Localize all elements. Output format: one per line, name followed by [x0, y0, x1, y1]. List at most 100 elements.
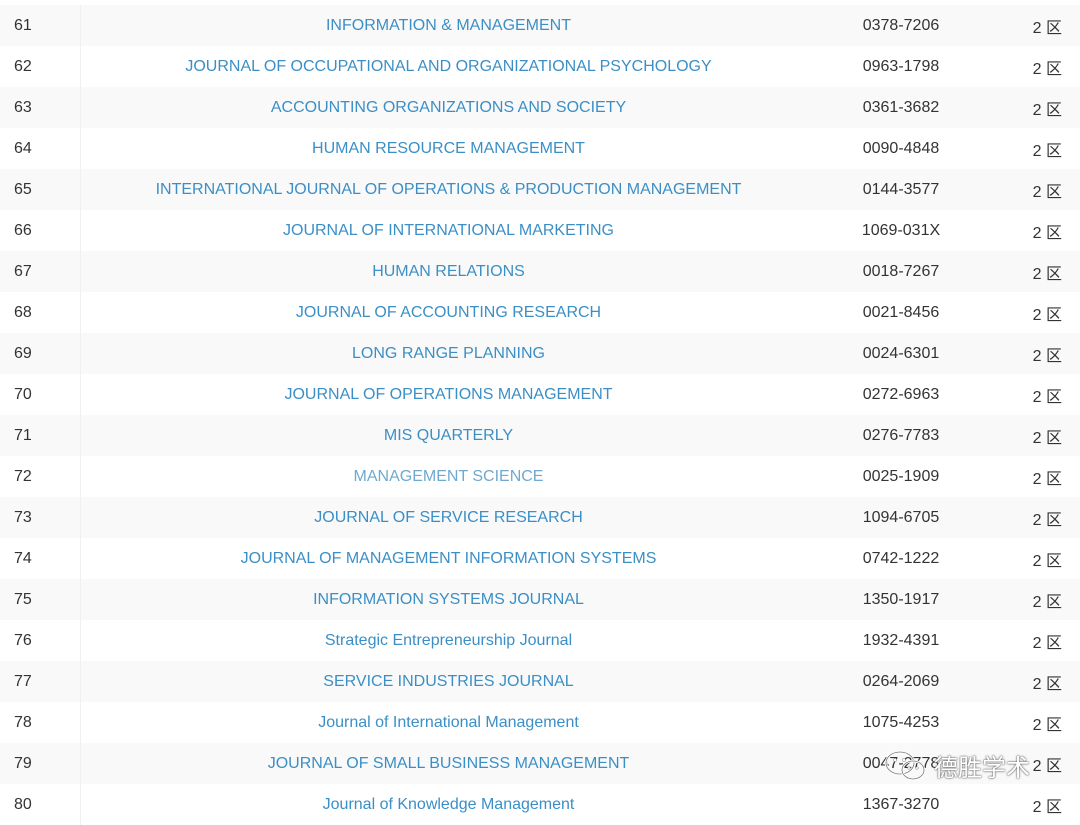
table-row: 78 Journal of International Management 1… — [0, 702, 1080, 743]
row-number: 79 — [0, 743, 81, 784]
row-number: 61 — [0, 5, 81, 46]
journal-title-text: JOURNAL OF SMALL BUSINESS MANAGEMENT — [267, 754, 630, 772]
zone-cell: 2 区 — [1032, 429, 1062, 447]
table-row: 68 JOURNAL OF ACCOUNTING RESEARCH 0021-8… — [0, 292, 1080, 333]
journal-title-text: HUMAN RESOURCE MANAGEMENT — [312, 139, 585, 157]
row-number: 72 — [0, 456, 81, 497]
issn-cell: 0361-3682 — [862, 98, 940, 116]
zone-cell: 2 区 — [1032, 306, 1062, 324]
row-number: 68 — [0, 292, 81, 333]
issn-cell: 1367-3270 — [862, 795, 940, 813]
journal-title-text: JOURNAL OF SERVICE RESEARCH — [314, 508, 583, 526]
journal-title-link[interactable]: MANAGEMENT SCIENCE — [81, 456, 816, 497]
journal-title-link[interactable]: SERVICE INDUSTRIES JOURNAL — [81, 661, 816, 702]
journal-title-link[interactable]: JOURNAL OF MANAGEMENT INFORMATION SYSTEM… — [81, 538, 816, 579]
journal-title-text: MANAGEMENT SCIENCE — [353, 467, 544, 485]
zone-cell: 2 区 — [1032, 388, 1062, 406]
table-row: 65 INTERNATIONAL JOURNAL OF OPERATIONS &… — [0, 169, 1080, 210]
journal-title-link[interactable]: HUMAN RELATIONS — [81, 251, 816, 292]
journal-title-text: MIS QUARTERLY — [383, 426, 514, 444]
journal-title-link[interactable]: Journal of Knowledge Management — [81, 784, 816, 825]
zone-cell: 2 区 — [1032, 634, 1062, 652]
journal-title-link[interactable]: JOURNAL OF OCCUPATIONAL AND ORGANIZATION… — [81, 46, 816, 87]
table-row: 70 JOURNAL OF OPERATIONS MANAGEMENT 0272… — [0, 374, 1080, 415]
issn-cell: 1075-4253 — [862, 713, 940, 731]
zone-cell: 2 区 — [1032, 470, 1062, 488]
zone-cell: 2 区 — [1032, 265, 1062, 283]
journal-title-link[interactable]: ACCOUNTING ORGANIZATIONS AND SOCIETY — [81, 87, 816, 128]
issn-cell: 0742-1222 — [862, 549, 940, 567]
journal-title-link[interactable]: JOURNAL OF SERVICE RESEARCH — [81, 497, 816, 538]
issn-cell: 1350-1917 — [862, 590, 940, 608]
issn-cell: 0025-1909 — [862, 467, 940, 485]
table-row: 62 JOURNAL OF OCCUPATIONAL AND ORGANIZAT… — [0, 46, 1080, 87]
row-number: 62 — [0, 46, 81, 87]
issn-cell: 0047-2778 — [862, 754, 940, 772]
journal-title-text: LONG RANGE PLANNING — [352, 344, 545, 362]
row-number: 76 — [0, 620, 81, 661]
issn-cell: 0963-1798 — [862, 57, 940, 75]
zone-cell: 2 区 — [1032, 60, 1062, 78]
issn-cell: 0264-2069 — [862, 672, 940, 690]
table-row: 75 INFORMATION SYSTEMS JOURNAL 1350-1917… — [0, 579, 1080, 620]
table-row: 71 MIS QUARTERLY 0276-7783 2 区 — [0, 415, 1080, 456]
journal-title-link[interactable]: HUMAN RESOURCE MANAGEMENT — [81, 128, 816, 169]
journal-title-link[interactable]: INTERNATIONAL JOURNAL OF OPERATIONS & PR… — [81, 169, 816, 210]
zone-cell: 2 区 — [1032, 183, 1062, 201]
journal-title-text: JOURNAL OF OCCUPATIONAL AND ORGANIZATION… — [185, 57, 712, 75]
row-number: 63 — [0, 87, 81, 128]
row-number: 73 — [0, 497, 81, 538]
journal-title-link[interactable]: INFORMATION & MANAGEMENT — [81, 5, 816, 46]
journal-title-text: ACCOUNTING ORGANIZATIONS AND SOCIETY — [270, 98, 627, 116]
journal-table: 61 INFORMATION & MANAGEMENT 0378-7206 2 … — [0, 5, 1080, 825]
table-row: 73 JOURNAL OF SERVICE RESEARCH 1094-6705… — [0, 497, 1080, 538]
row-number: 78 — [0, 702, 81, 743]
journal-title-text: JOURNAL OF OPERATIONS MANAGEMENT — [284, 385, 613, 403]
issn-cell: 0021-8456 — [862, 303, 940, 321]
journal-title-link[interactable]: INFORMATION SYSTEMS JOURNAL — [81, 579, 816, 620]
journal-title-link[interactable]: JOURNAL OF SMALL BUSINESS MANAGEMENT — [81, 743, 816, 784]
table-row: 64 HUMAN RESOURCE MANAGEMENT 0090-4848 2… — [0, 128, 1080, 169]
journal-title-link[interactable]: MIS QUARTERLY — [81, 415, 816, 456]
table-row: 72 MANAGEMENT SCIENCE 0025-1909 2 区 — [0, 456, 1080, 497]
zone-cell: 2 区 — [1032, 552, 1062, 570]
journal-title-link[interactable]: Journal of International Management — [81, 702, 816, 743]
zone-cell: 2 区 — [1032, 757, 1062, 775]
journal-title-link[interactable]: JOURNAL OF INTERNATIONAL MARKETING — [81, 210, 816, 251]
journal-title-text: JOURNAL OF INTERNATIONAL MARKETING — [283, 221, 614, 239]
row-number: 66 — [0, 210, 81, 251]
journal-title-text: JOURNAL OF ACCOUNTING RESEARCH — [295, 303, 602, 321]
zone-cell: 2 区 — [1032, 675, 1062, 693]
journal-title-text: INFORMATION & MANAGEMENT — [325, 16, 572, 34]
row-number: 71 — [0, 415, 81, 456]
issn-cell: 1094-6705 — [862, 508, 940, 526]
journal-title-text: INFORMATION SYSTEMS JOURNAL — [313, 590, 584, 608]
issn-cell: 0144-3577 — [862, 180, 940, 198]
table-row: 63 ACCOUNTING ORGANIZATIONS AND SOCIETY … — [0, 87, 1080, 128]
table-row: 61 INFORMATION & MANAGEMENT 0378-7206 2 … — [0, 5, 1080, 46]
journal-title-link[interactable]: JOURNAL OF ACCOUNTING RESEARCH — [81, 292, 816, 333]
journal-title-text: HUMAN RELATIONS — [372, 262, 525, 280]
journal-title-text: SERVICE INDUSTRIES JOURNAL — [323, 672, 574, 690]
zone-cell: 2 区 — [1032, 224, 1062, 242]
journal-title-text: INTERNATIONAL JOURNAL OF OPERATIONS & PR… — [155, 180, 742, 198]
row-number: 67 — [0, 251, 81, 292]
zone-cell: 2 区 — [1032, 142, 1062, 160]
table-row: 76 Strategic Entrepreneurship Journal 19… — [0, 620, 1080, 661]
zone-cell: 2 区 — [1032, 19, 1062, 37]
zone-cell: 2 区 — [1032, 716, 1062, 734]
zone-cell: 2 区 — [1032, 347, 1062, 365]
table-row: 80 Journal of Knowledge Management 1367-… — [0, 784, 1080, 825]
table-row: 67 HUMAN RELATIONS 0018-7267 2 区 — [0, 251, 1080, 292]
issn-cell: 0276-7783 — [862, 426, 940, 444]
journal-title-link[interactable]: LONG RANGE PLANNING — [81, 333, 816, 374]
issn-cell: 0024-6301 — [862, 344, 940, 362]
journal-title-link[interactable]: JOURNAL OF OPERATIONS MANAGEMENT — [81, 374, 816, 415]
row-number: 77 — [0, 661, 81, 702]
table-row: 77 SERVICE INDUSTRIES JOURNAL 0264-2069 … — [0, 661, 1080, 702]
row-number: 80 — [0, 784, 81, 825]
issn-cell: 1069-031X — [861, 221, 941, 239]
zone-cell: 2 区 — [1032, 511, 1062, 529]
row-number: 74 — [0, 538, 81, 579]
journal-title-link[interactable]: Strategic Entrepreneurship Journal — [81, 620, 816, 661]
